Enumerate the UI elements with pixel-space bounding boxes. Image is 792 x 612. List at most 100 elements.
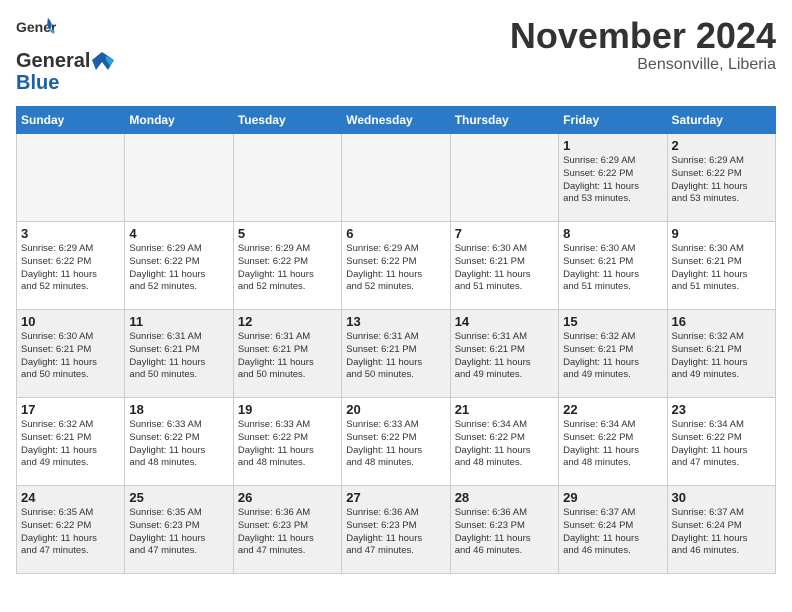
day-info: Sunrise: 6:37 AM Sunset: 6:24 PM Dayligh… [563,507,662,558]
col-header-wednesday: Wednesday [342,107,450,134]
day-info: Sunrise: 6:30 AM Sunset: 6:21 PM Dayligh… [672,243,771,294]
calendar-cell: 9 Sunrise: 6:30 AM Sunset: 6:21 PM Daylig… [667,222,775,310]
calendar-cell [342,134,450,222]
day-info: Sunrise: 6:31 AM Sunset: 6:21 PM Dayligh… [455,331,554,382]
day-info: Sunrise: 6:32 AM Sunset: 6:21 PM Dayligh… [563,331,662,382]
day-info: Sunrise: 6:31 AM Sunset: 6:21 PM Dayligh… [346,331,445,382]
day-number: 8 [563,226,662,241]
calendar-week-5: 24 Sunrise: 6:35 AM Sunset: 6:22 PM Dayli… [17,486,776,574]
day-number: 13 [346,314,445,329]
calendar-cell: 8 Sunrise: 6:30 AM Sunset: 6:21 PM Daylig… [559,222,667,310]
day-info: Sunrise: 6:29 AM Sunset: 6:22 PM Dayligh… [129,243,228,294]
day-number: 5 [238,226,337,241]
day-info: Sunrise: 6:33 AM Sunset: 6:22 PM Dayligh… [346,419,445,470]
day-info: Sunrise: 6:29 AM Sunset: 6:22 PM Dayligh… [238,243,337,294]
calendar-cell [233,134,341,222]
day-info: Sunrise: 6:33 AM Sunset: 6:22 PM Dayligh… [238,419,337,470]
calendar-cell: 27 Sunrise: 6:36 AM Sunset: 6:23 PM Dayli… [342,486,450,574]
calendar-table: SundayMondayTuesdayWednesdayThursdayFrid… [16,106,776,574]
calendar-cell: 21 Sunrise: 6:34 AM Sunset: 6:22 PM Dayli… [450,398,558,486]
day-number: 17 [21,402,120,417]
calendar-cell: 22 Sunrise: 6:34 AM Sunset: 6:22 PM Dayli… [559,398,667,486]
day-number: 25 [129,490,228,505]
calendar-cell: 4 Sunrise: 6:29 AM Sunset: 6:22 PM Daylig… [125,222,233,310]
day-number: 28 [455,490,554,505]
calendar-cell: 1 Sunrise: 6:29 AM Sunset: 6:22 PM Daylig… [559,134,667,222]
calendar-cell: 11Sunrise: 6:31 AM Sunset: 6:21 PM Dayli… [125,310,233,398]
day-number: 15 [563,314,662,329]
calendar-header-row: SundayMondayTuesdayWednesdayThursdayFrid… [17,107,776,134]
day-number: 2 [672,138,771,153]
logo-blue-text: Blue [16,72,59,94]
day-info: Sunrise: 6:29 AM Sunset: 6:22 PM Dayligh… [21,243,120,294]
day-number: 20 [346,402,445,417]
day-number: 24 [21,490,120,505]
calendar-cell: 29 Sunrise: 6:37 AM Sunset: 6:24 PM Dayli… [559,486,667,574]
day-number: 27 [346,490,445,505]
day-number: 3 [21,226,120,241]
day-number: 4 [129,226,228,241]
day-info: Sunrise: 6:30 AM Sunset: 6:21 PM Dayligh… [21,331,120,382]
calendar-cell [125,134,233,222]
day-number: 6 [346,226,445,241]
calendar-cell: 16Sunrise: 6:32 AM Sunset: 6:21 PM Dayli… [667,310,775,398]
day-number: 9 [672,226,771,241]
calendar-cell: 20 Sunrise: 6:33 AM Sunset: 6:22 PM Dayli… [342,398,450,486]
logo-bird-icon [92,52,114,70]
calendar-cell: 25 Sunrise: 6:35 AM Sunset: 6:23 PM Dayli… [125,486,233,574]
day-number: 16 [672,314,771,329]
calendar-cell: 28 Sunrise: 6:36 AM Sunset: 6:23 PM Dayli… [450,486,558,574]
calendar-week-1: 1 Sunrise: 6:29 AM Sunset: 6:22 PM Daylig… [17,134,776,222]
calendar-week-2: 3 Sunrise: 6:29 AM Sunset: 6:22 PM Daylig… [17,222,776,310]
day-info: Sunrise: 6:35 AM Sunset: 6:23 PM Dayligh… [129,507,228,558]
day-info: Sunrise: 6:32 AM Sunset: 6:21 PM Dayligh… [21,419,120,470]
day-info: Sunrise: 6:30 AM Sunset: 6:21 PM Dayligh… [563,243,662,294]
day-info: Sunrise: 6:30 AM Sunset: 6:21 PM Dayligh… [455,243,554,294]
day-number: 11 [129,314,228,329]
day-number: 23 [672,402,771,417]
day-info: Sunrise: 6:35 AM Sunset: 6:22 PM Dayligh… [21,507,120,558]
day-number: 21 [455,402,554,417]
page-header: General General Blue November 2024 Benso… [16,16,776,94]
day-info: Sunrise: 6:29 AM Sunset: 6:22 PM Dayligh… [563,155,662,206]
day-number: 1 [563,138,662,153]
calendar-cell: 23Sunrise: 6:34 AM Sunset: 6:22 PM Dayli… [667,398,775,486]
day-info: Sunrise: 6:36 AM Sunset: 6:23 PM Dayligh… [455,507,554,558]
logo: General General Blue [16,16,116,94]
day-number: 18 [129,402,228,417]
calendar-cell: 3 Sunrise: 6:29 AM Sunset: 6:22 PM Daylig… [17,222,125,310]
col-header-monday: Monday [125,107,233,134]
calendar-cell: 19Sunrise: 6:33 AM Sunset: 6:22 PM Dayli… [233,398,341,486]
logo-general-text: General [16,50,90,72]
day-info: Sunrise: 6:34 AM Sunset: 6:22 PM Dayligh… [563,419,662,470]
day-info: Sunrise: 6:34 AM Sunset: 6:22 PM Dayligh… [455,419,554,470]
day-number: 29 [563,490,662,505]
calendar-cell: 5 Sunrise: 6:29 AM Sunset: 6:22 PM Daylig… [233,222,341,310]
calendar-cell [17,134,125,222]
col-header-tuesday: Tuesday [233,107,341,134]
calendar-cell: 13 Sunrise: 6:31 AM Sunset: 6:21 PM Dayli… [342,310,450,398]
day-number: 7 [455,226,554,241]
calendar-cell: 26 Sunrise: 6:36 AM Sunset: 6:23 PM Dayli… [233,486,341,574]
calendar-cell: 12Sunrise: 6:31 AM Sunset: 6:21 PM Dayli… [233,310,341,398]
col-header-saturday: Saturday [667,107,775,134]
day-info: Sunrise: 6:36 AM Sunset: 6:23 PM Dayligh… [346,507,445,558]
calendar-cell: 30Sunrise: 6:37 AM Sunset: 6:24 PM Dayli… [667,486,775,574]
calendar-week-3: 10 Sunrise: 6:30 AM Sunset: 6:21 PM Dayli… [17,310,776,398]
day-number: 26 [238,490,337,505]
day-info: Sunrise: 6:31 AM Sunset: 6:21 PM Dayligh… [238,331,337,382]
calendar-cell: 15 Sunrise: 6:32 AM Sunset: 6:21 PM Dayli… [559,310,667,398]
title-block: November 2024 Bensonville, Liberia [510,16,776,74]
calendar-cell: 17 Sunrise: 6:32 AM Sunset: 6:21 PM Dayli… [17,398,125,486]
day-number: 22 [563,402,662,417]
calendar-cell: 7 Sunrise: 6:30 AM Sunset: 6:21 PM Daylig… [450,222,558,310]
day-number: 14 [455,314,554,329]
calendar-week-4: 17 Sunrise: 6:32 AM Sunset: 6:21 PM Dayli… [17,398,776,486]
day-number: 10 [21,314,120,329]
calendar-cell: 2Sunrise: 6:29 AM Sunset: 6:22 PM Daylig… [667,134,775,222]
day-number: 30 [672,490,771,505]
day-info: Sunrise: 6:36 AM Sunset: 6:23 PM Dayligh… [238,507,337,558]
calendar-cell: 18Sunrise: 6:33 AM Sunset: 6:22 PM Dayli… [125,398,233,486]
calendar-cell [450,134,558,222]
location-text: Bensonville, Liberia [510,56,776,74]
